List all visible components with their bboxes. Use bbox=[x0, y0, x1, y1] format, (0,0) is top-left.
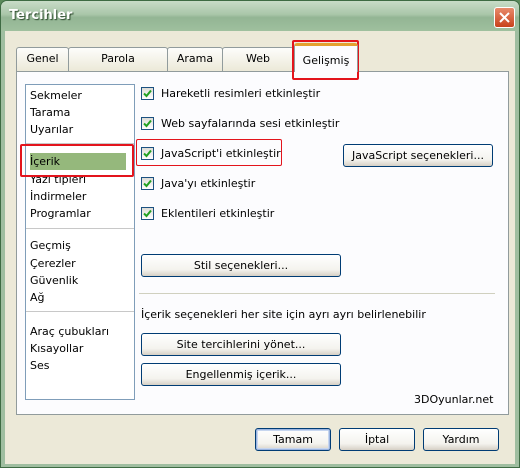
check-icon bbox=[143, 179, 152, 188]
option-label: Hareketli resimleri etkinleştir bbox=[161, 87, 321, 100]
option-label: Web sayfalarında sesi etkinleştir bbox=[161, 117, 340, 130]
title-bar[interactable]: Tercihler bbox=[1, 1, 519, 31]
close-icon[interactable] bbox=[494, 7, 515, 28]
checkbox-java[interactable] bbox=[141, 177, 154, 190]
option-label: Eklentileri etkinleştir bbox=[161, 207, 275, 220]
cancel-button[interactable]: İptal bbox=[339, 428, 415, 451]
content-info-text: İçerik seçenekleri her site için ayrı ay… bbox=[141, 308, 426, 321]
sidebar-item-browsing[interactable]: Tarama bbox=[30, 104, 70, 121]
sidebar-item-downloads[interactable]: İndirmeler bbox=[30, 188, 86, 205]
tab-advanced[interactable]: Gelişmiş bbox=[294, 43, 358, 72]
sidebar-item-toolbars[interactable]: Araç çubukları bbox=[30, 323, 109, 340]
check-icon bbox=[143, 89, 152, 98]
sidebar-divider bbox=[26, 311, 134, 312]
checkbox-plugins[interactable] bbox=[141, 207, 154, 220]
sidebar-item-tabs[interactable]: Sekmeler bbox=[30, 87, 82, 104]
sidebar-item-cookies[interactable]: Çerezler bbox=[30, 255, 76, 272]
sidebar-item-shortcuts[interactable]: Kısayollar bbox=[30, 340, 83, 357]
checkbox-page-sounds[interactable] bbox=[141, 117, 154, 130]
check-icon bbox=[143, 209, 152, 218]
sidebar-item-sounds[interactable]: Ses bbox=[30, 357, 49, 374]
tab-password-wizard[interactable]: Parola Sihirbazı bbox=[68, 47, 168, 87]
tab-general[interactable]: Genel bbox=[16, 47, 69, 71]
ok-button[interactable]: Tamam bbox=[255, 428, 331, 451]
sidebar-divider bbox=[26, 228, 134, 229]
highlight-box-javascript bbox=[136, 139, 282, 166]
window-title: Tercihler bbox=[9, 8, 73, 23]
javascript-options-button[interactable]: JavaScript seçenekleri... bbox=[343, 144, 493, 167]
option-label: Java'yı etkinleştir bbox=[161, 177, 256, 190]
sidebar-item-notifications[interactable]: Uyarılar bbox=[30, 121, 73, 138]
check-icon bbox=[143, 119, 152, 128]
tab-web-pages[interactable]: Web sayfaları bbox=[222, 47, 294, 87]
checkbox-animated-images[interactable] bbox=[141, 87, 154, 100]
blocked-content-button[interactable]: Engellenmiş içerik... bbox=[141, 363, 341, 386]
watermark-text: 3DOyunlar.net bbox=[414, 393, 494, 406]
sidebar-item-security[interactable]: Güvenlik bbox=[30, 272, 78, 289]
tab-search[interactable]: Arama bbox=[167, 47, 223, 71]
highlight-box-content bbox=[20, 144, 134, 177]
category-list: Sekmeler Tarama Uyarılar İçerik Yazı tip… bbox=[25, 84, 135, 400]
style-options-button[interactable]: Stil seçenekleri... bbox=[141, 254, 341, 277]
sidebar-item-programs[interactable]: Programlar bbox=[30, 205, 91, 222]
help-button[interactable]: Yardım bbox=[423, 428, 499, 451]
section-divider bbox=[139, 293, 495, 294]
preferences-dialog: Tercihler Genel Parola Sihirbazı Arama W… bbox=[0, 0, 520, 468]
sidebar-item-network[interactable]: Ağ bbox=[30, 289, 45, 306]
sidebar-item-history[interactable]: Geçmiş bbox=[30, 237, 71, 254]
site-preferences-button[interactable]: Site tercihlerini yönet... bbox=[141, 333, 341, 356]
